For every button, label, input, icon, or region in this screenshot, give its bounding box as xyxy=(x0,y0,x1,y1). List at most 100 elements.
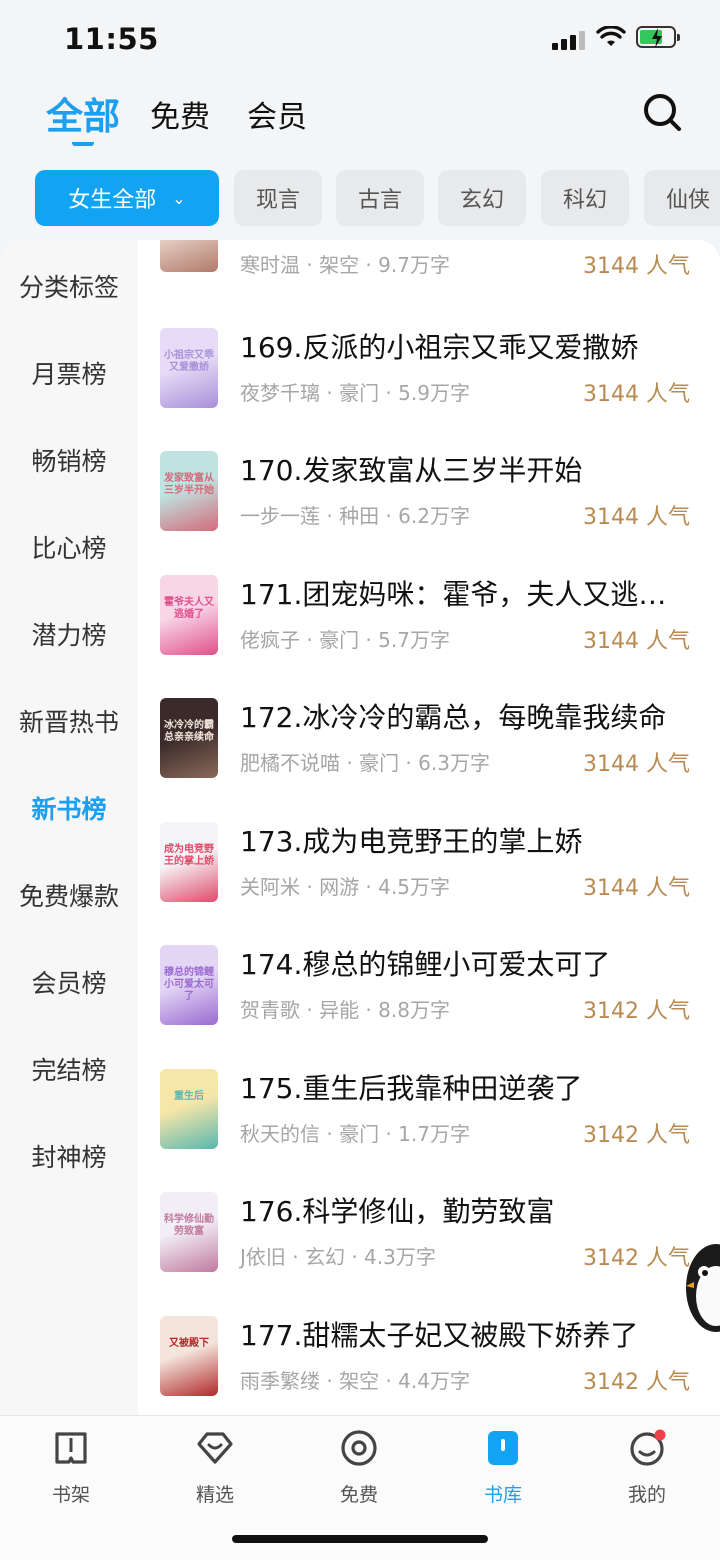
nav-label: 免费 xyxy=(339,1484,378,1506)
tab-active-indicator xyxy=(72,136,94,146)
book-popularity: 3142 人气 xyxy=(583,1370,690,1395)
sidebar-item-legend[interactable]: 封神榜 xyxy=(0,1138,138,1174)
book-cover-text: 成为电竞野王的掌上娇 xyxy=(164,844,214,867)
sidebar-item-heart[interactable]: 比心榜 xyxy=(0,529,138,565)
chip-female-all-dropdown[interactable]: 女生全部 ⌄ xyxy=(35,170,219,226)
book-list-item[interactable]: 成为电竞野王的掌上娇 173.成为电竞野王的掌上娇关阿米 · 网游 · 4.5万字… xyxy=(138,822,720,932)
notification-dot xyxy=(654,1429,666,1441)
book-popularity: 3144 人气 xyxy=(583,254,690,279)
book-cover-image: 穆总的锦鲤小可爱太可了 xyxy=(160,945,218,1025)
book-title: 170.发家致富从三岁半开始 xyxy=(240,454,583,487)
chip-xianxia[interactable]: 仙侠 xyxy=(644,170,720,226)
chip-xuanhuan[interactable]: 玄幻 xyxy=(438,170,526,226)
nav-library[interactable]: 书库 xyxy=(453,1428,553,1507)
book-popularity: 3144 人气 xyxy=(583,629,690,654)
book-cover-image: 小祖宗又乖又爱撒娇 xyxy=(160,328,218,408)
book-meta: 贺青歌 · 异能 · 8.8万字 xyxy=(240,998,450,1022)
penguin-mascot-icon[interactable] xyxy=(682,1238,720,1334)
sidebar-item-monthly[interactable]: 月票榜 xyxy=(0,355,138,391)
heart-diamond-icon xyxy=(197,1432,233,1464)
sidebar-item-tags[interactable]: 分类标签 xyxy=(0,268,138,304)
book-list-item[interactable]: 重生后 175.重生后我靠种田逆袭了秋天的信 · 豪门 · 1.7万字 3142 人… xyxy=(138,1069,720,1179)
status-time: 11:55 xyxy=(64,22,159,56)
book-cover-image: 重生后 xyxy=(160,1069,218,1149)
chevron-down-icon: ⌄ xyxy=(172,188,186,208)
book-popularity: 3144 人气 xyxy=(583,382,690,407)
library-icon xyxy=(488,1431,518,1465)
book-title: 175.重生后我靠种田逆袭了 xyxy=(240,1072,583,1105)
nav-free[interactable]: 免费 xyxy=(309,1428,409,1507)
ranking-sidebar: 分类标签 月票榜 畅销榜 比心榜 潜力榜 新晋热书 新书榜 免费爆款 会员榜 完… xyxy=(0,240,138,1415)
nav-featured[interactable]: 精选 xyxy=(165,1428,265,1507)
chip-guyan[interactable]: 古言 xyxy=(336,170,424,226)
bookshelf-icon xyxy=(55,1432,87,1464)
book-cover-image xyxy=(160,240,218,272)
sidebar-item-new-hot[interactable]: 新晋热书 xyxy=(0,703,138,739)
book-meta: 秋天的信 · 豪门 · 1.7万字 xyxy=(240,1122,470,1146)
book-cover-text: 霍爷夫人又逃婚了 xyxy=(164,597,214,620)
book-meta: 一步一莲 · 种田 · 6.2万字 xyxy=(240,504,470,528)
status-bar: 11:55 xyxy=(0,0,720,80)
ranking-panel: 分类标签 月票榜 畅销榜 比心榜 潜力榜 新晋热书 新书榜 免费爆款 会员榜 完… xyxy=(0,240,720,1415)
free-circle-icon xyxy=(341,1430,377,1466)
book-title: 173.成为电竞野王的掌上娇 xyxy=(240,825,583,858)
book-list-item[interactable]: 又被殿下 177.甜糯太子妃又被殿下娇养了 雨季繁缕 · 架空 · 4.4万字 314… xyxy=(138,1316,720,1415)
nav-label: 精选 xyxy=(195,1484,234,1506)
nav-label: 我的 xyxy=(627,1484,666,1506)
sidebar-item-free-hits[interactable]: 免费爆款 xyxy=(0,877,138,913)
book-meta: 佬疯子 · 豪门 · 5.7万字 xyxy=(240,628,450,652)
book-list-item[interactable]: 霍爷夫人又逃婚了 171.团宠妈咪：霍爷，夫人又逃婚了佬疯子 · 豪门 · 5.7… xyxy=(138,575,720,685)
book-popularity: 3142 人气 xyxy=(583,1123,690,1148)
chip-kehuan[interactable]: 科幻 xyxy=(541,170,629,226)
book-cover-text: 穆总的锦鲤小可爱太可了 xyxy=(164,967,214,1002)
tab-free[interactable]: 免费 xyxy=(150,92,210,136)
cellular-signal-icon xyxy=(552,30,588,50)
book-title: 169.反派的小祖宗又乖又爱撒娇 xyxy=(240,331,639,364)
book-meta: 雨季繁缕 · 架空 · 4.4万字 xyxy=(240,1369,470,1393)
book-list-item[interactable]: 科学修仙勤劳致富 176.科学修仙，勤劳致富 J依旧 · 玄幻 · 4.3万字 314… xyxy=(138,1192,720,1302)
book-list: 寒时温 · 架空 · 9.7万字 3144 人气 小祖宗又乖又爱撒娇 169.反派的小… xyxy=(138,240,720,1415)
category-chips: 女生全部 ⌄ 现言 古言 玄幻 科幻 仙侠 xyxy=(0,168,720,230)
book-popularity: 3142 人气 xyxy=(583,999,690,1024)
book-list-item[interactable]: 穆总的锦鲤小可爱太可了 174.穆总的锦鲤小可爱太可了贺青歌 · 异能 · 8.8… xyxy=(138,945,720,1055)
book-list-item[interactable]: 发家致富从三岁半开始 170.发家致富从三岁半开始一步一莲 · 种田 · 6.2万… xyxy=(138,451,720,561)
book-cover-text: 冰冷冷的霸总亲亲续命 xyxy=(164,720,214,743)
sidebar-item-new-books[interactable]: 新书榜 xyxy=(0,790,138,826)
book-meta: 寒时温 · 架空 · 9.7万字 xyxy=(240,253,450,277)
profile-smile-icon xyxy=(630,1429,666,1466)
search-icon[interactable] xyxy=(642,92,682,132)
book-cover-image: 霍爷夫人又逃婚了 xyxy=(160,575,218,655)
book-meta: 肥橘不说喵 · 豪门 · 6.3万字 xyxy=(240,751,490,775)
book-popularity: 3144 人气 xyxy=(583,752,690,777)
book-popularity: 3144 人气 xyxy=(583,876,690,901)
chip-xianyan[interactable]: 现言 xyxy=(234,170,322,226)
tab-vip[interactable]: 会员 xyxy=(247,92,307,136)
book-title: 176.科学修仙，勤劳致富 xyxy=(240,1195,555,1228)
book-title: 174.穆总的锦鲤小可爱太可了 xyxy=(240,948,611,981)
book-meta: 夜梦千璃 · 豪门 · 5.9万字 xyxy=(240,381,470,405)
tab-all[interactable]: 全部 xyxy=(46,86,120,140)
book-cover-text: 科学修仙勤劳致富 xyxy=(164,1214,214,1237)
book-list-item[interactable]: 小祖宗又乖又爱撒娇 169.反派的小祖宗又乖又爱撒娇夜梦千璃 · 豪门 · 5.9… xyxy=(138,328,720,438)
sidebar-item-potential[interactable]: 潜力榜 xyxy=(0,616,138,652)
sidebar-item-vip[interactable]: 会员榜 xyxy=(0,964,138,1000)
nav-label: 书库 xyxy=(483,1484,522,1506)
book-cover-image: 又被殿下 xyxy=(160,1316,218,1396)
wifi-icon xyxy=(596,26,626,46)
book-cover-image: 冰冷冷的霸总亲亲续命 xyxy=(160,698,218,778)
sidebar-item-completed[interactable]: 完结榜 xyxy=(0,1051,138,1087)
book-cover-text: 小祖宗又乖又爱撒娇 xyxy=(164,350,214,373)
book-meta: 关阿米 · 网游 · 4.5万字 xyxy=(240,875,450,899)
book-title: 172.冰冷冷的霸总，每晚靠我续命 xyxy=(240,701,667,734)
book-title: 171.团宠妈咪：霍爷，夫人又逃婚了 xyxy=(240,578,680,611)
home-indicator xyxy=(232,1535,488,1543)
book-cover-text: 发家致富从三岁半开始 xyxy=(164,473,214,496)
book-cover-image: 科学修仙勤劳致富 xyxy=(160,1192,218,1272)
nav-profile[interactable]: 我的 xyxy=(597,1428,697,1507)
book-cover-image: 发家致富从三岁半开始 xyxy=(160,451,218,531)
sidebar-item-bestseller[interactable]: 畅销榜 xyxy=(0,442,138,478)
nav-bookshelf[interactable]: 书架 xyxy=(21,1428,121,1507)
book-list-item[interactable]: 冰冷冷的霸总亲亲续命 172.冰冷冷的霸总，每晚靠我续命肥橘不说喵 · 豪门 · … xyxy=(138,698,720,808)
book-cover-text: 又被殿下 xyxy=(169,1338,209,1349)
chip-label: 女生全部 xyxy=(68,188,157,213)
